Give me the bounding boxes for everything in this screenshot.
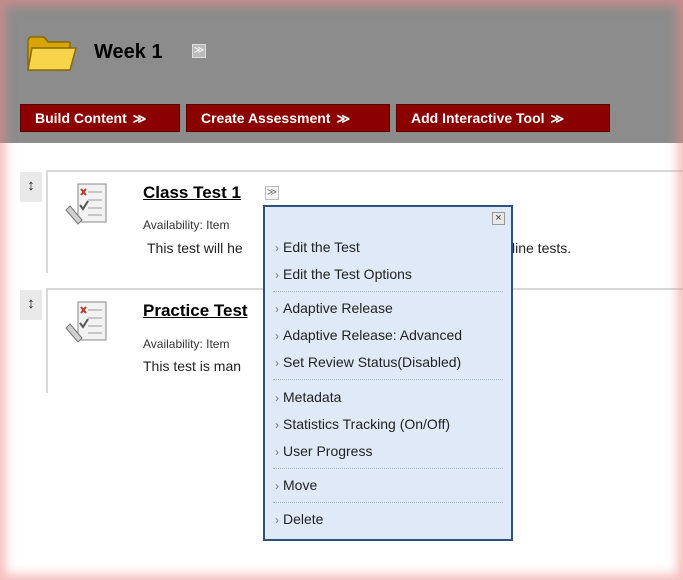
page-header: Week 1 ≫ Build Content ≫ Create Assessmen… (0, 0, 683, 143)
menu-item-metadata[interactable]: › Metadata (275, 389, 341, 405)
chevron-right-icon: › (275, 356, 279, 370)
menu-item-statistics-tracking[interactable]: › Statistics Tracking (On/Off) (275, 416, 450, 432)
chevron-right-icon: › (275, 241, 279, 255)
menu-item-label: Adaptive Release: Advanced (283, 327, 463, 343)
menu-item-adaptive-release-advanced[interactable]: › Adaptive Release: Advanced (275, 327, 462, 343)
chevron-right-icon: › (275, 302, 279, 316)
menu-item-adaptive-release[interactable]: › Adaptive Release (275, 300, 393, 316)
test-title-link[interactable]: Class Test 1 (143, 183, 241, 203)
test-title-link[interactable]: Practice Test (143, 301, 248, 321)
menu-item-label: Edit the Test Options (283, 266, 412, 282)
menu-item-delete[interactable]: › Delete (275, 511, 323, 527)
close-icon[interactable]: × (492, 212, 505, 225)
menu-item-label: Delete (283, 511, 324, 527)
menu-item-label: Move (283, 477, 318, 493)
menu-item-label: User Progress (283, 443, 373, 459)
menu-item-set-review-status[interactable]: › Set Review Status(Disabled) (275, 354, 461, 370)
drag-handle-icon[interactable]: ↕ (20, 290, 42, 320)
menu-item-label: Metadata (283, 389, 342, 405)
chevron-down-icon: ≫ (336, 111, 351, 126)
item-menu-chevron-icon[interactable]: ≫ (265, 186, 279, 200)
menu-divider (273, 468, 503, 469)
menu-item-label: Edit the Test (283, 239, 360, 255)
chevron-right-icon: › (275, 329, 279, 343)
menu-item-edit-test-options[interactable]: › Edit the Test Options (275, 266, 412, 282)
item-description: This test will he (147, 240, 243, 256)
test-icon (65, 183, 107, 225)
menu-item-move[interactable]: › Move (275, 477, 317, 493)
build-content-button[interactable]: Build Content ≫ (20, 104, 180, 132)
chevron-right-icon: › (275, 479, 279, 493)
menu-divider (273, 502, 503, 503)
menu-item-user-progress[interactable]: › User Progress (275, 443, 372, 459)
item-description-continued: line tests. (512, 240, 572, 256)
chevron-right-icon: › (275, 513, 279, 527)
chevron-down-icon: ≫ (550, 111, 565, 126)
chevron-right-icon: › (275, 445, 279, 459)
chevron-down-icon: ≫ (132, 111, 147, 126)
context-menu: × › Edit the Test › Edit the Test Options … (263, 205, 513, 541)
add-interactive-tool-label: Add Interactive Tool (411, 110, 545, 126)
drag-handle-icon[interactable]: ↕ (20, 172, 42, 202)
test-icon (65, 301, 107, 343)
create-assessment-button[interactable]: Create Assessment ≫ (186, 104, 390, 132)
build-content-label: Build Content (35, 110, 127, 126)
chevron-right-icon: › (275, 268, 279, 282)
chevron-right-icon: › (275, 418, 279, 432)
availability-text: Availability: Item (143, 337, 230, 351)
folder-icon (27, 36, 77, 71)
menu-divider (273, 291, 503, 292)
title-menu-chevron-icon[interactable]: ≫ (192, 44, 206, 58)
page-title: Week 1 (94, 41, 163, 63)
menu-item-label: Statistics Tracking (On/Off) (283, 416, 451, 432)
item-description: This test is man (143, 358, 242, 374)
menu-item-label: Set Review Status(Disabled) (283, 354, 462, 370)
menu-item-edit-test[interactable]: › Edit the Test (275, 239, 360, 255)
add-interactive-tool-button[interactable]: Add Interactive Tool ≫ (396, 104, 610, 132)
availability-text: Availability: Item (143, 218, 230, 232)
chevron-right-icon: › (275, 391, 279, 405)
menu-divider (273, 379, 503, 380)
create-assessment-label: Create Assessment (201, 110, 331, 126)
menu-item-label: Adaptive Release (283, 300, 393, 316)
